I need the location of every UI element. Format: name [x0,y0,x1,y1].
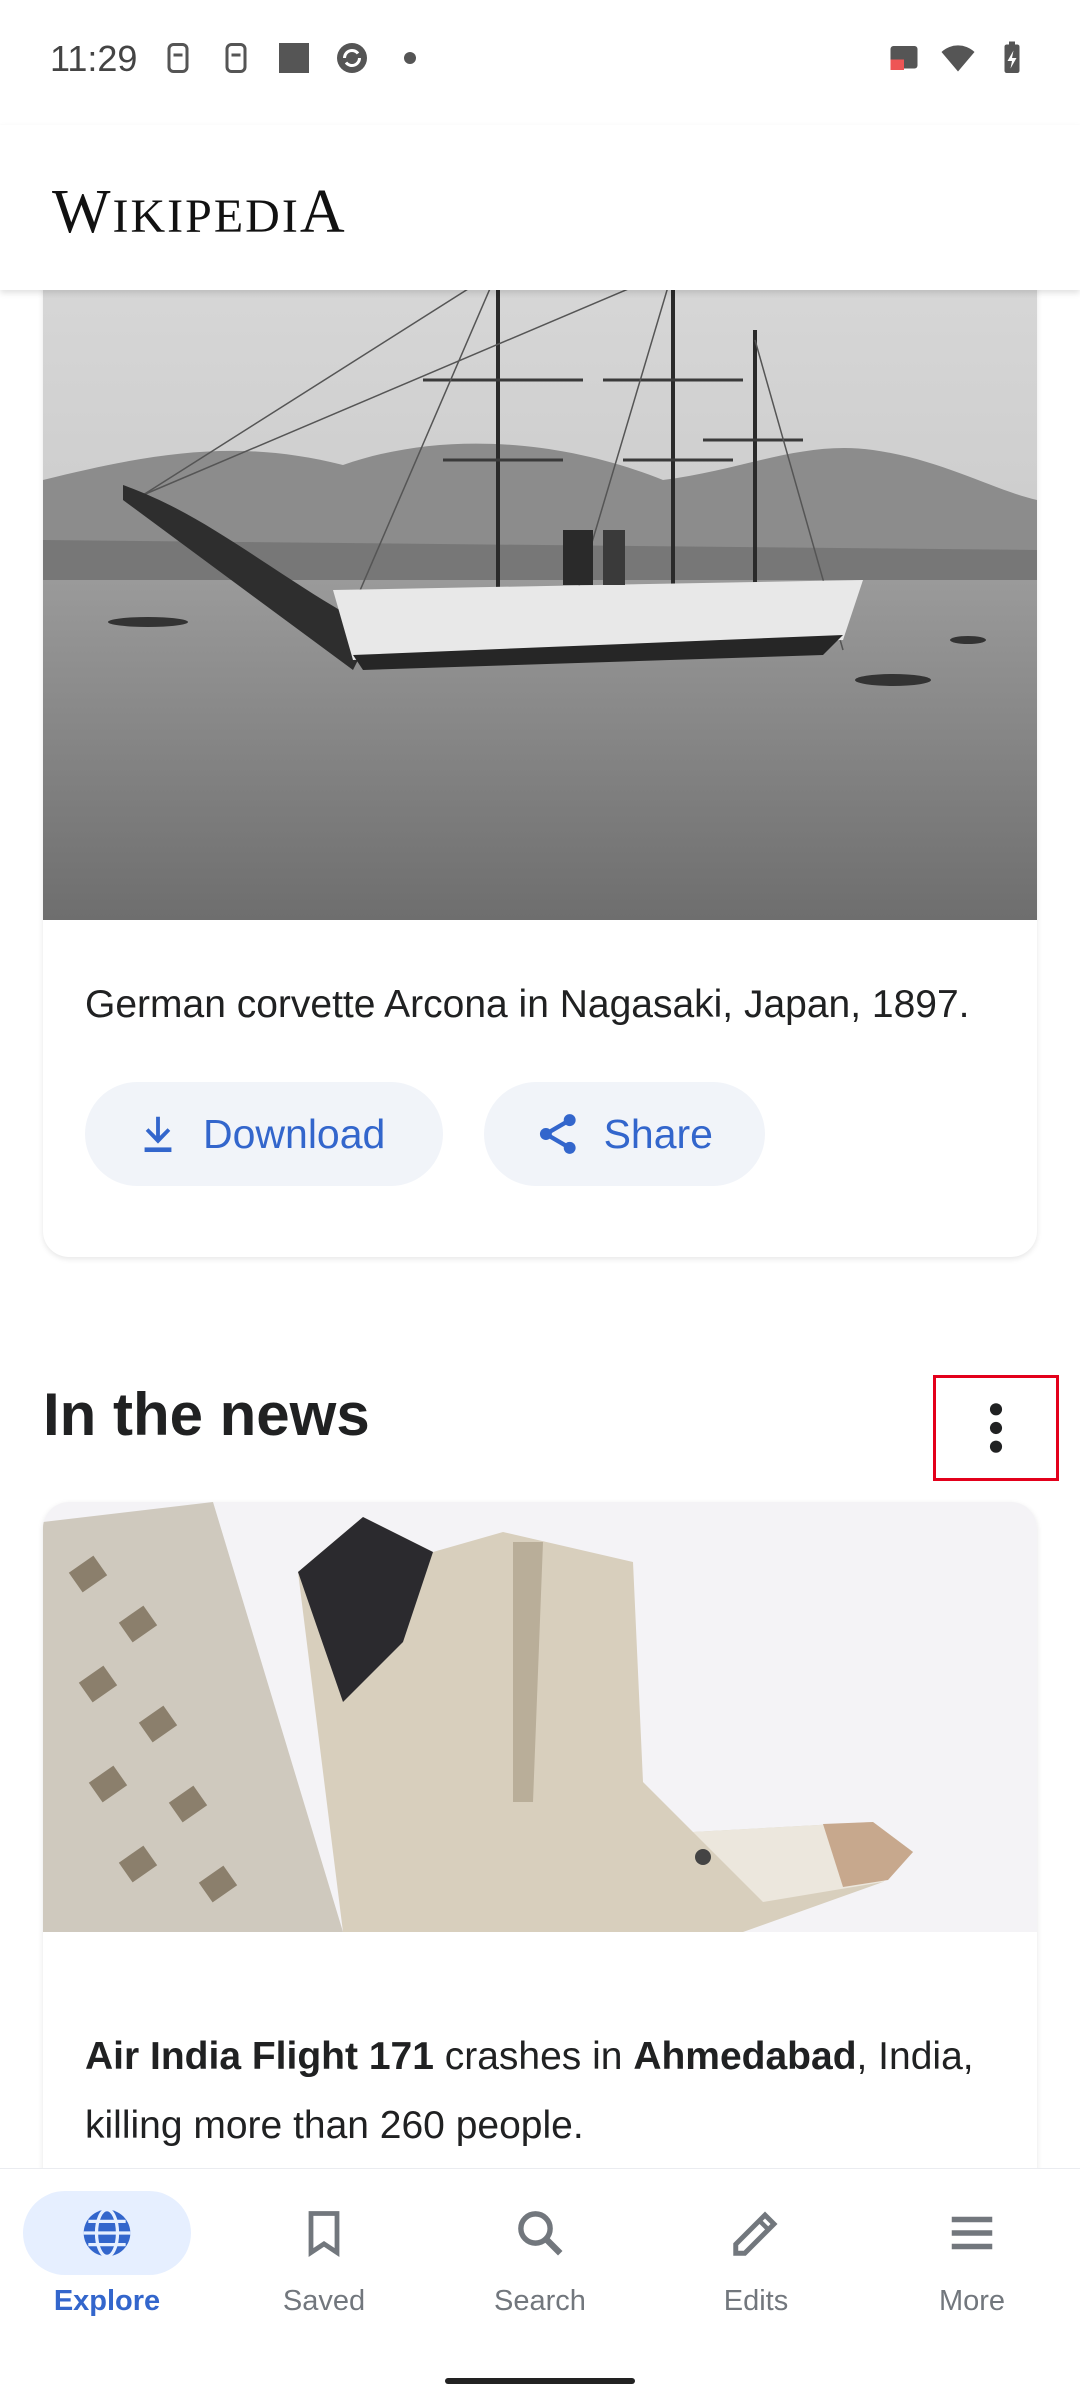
nav-explore-label: Explore [53,2285,161,2317]
menu-icon [951,2216,993,2250]
globe-icon [83,2208,131,2258]
sync-app-icon [337,43,367,73]
link-air-india-flight-171[interactable]: Air India Flight 171 [85,2035,434,2078]
news-photo[interactable] [43,1502,1037,1932]
system-icons [886,40,1030,76]
image-caption[interactable]: German corvette Arcona in Nagasaki, Japa… [85,970,985,1039]
app-header: WIKIPEDIA [0,125,1080,290]
status-bar: 11:29 [0,0,1080,125]
search-icon [518,2211,563,2256]
app-square-icon [279,43,309,73]
wifi-icon [941,45,975,72]
news-card[interactable]: Air India Flight 171 crashes in Ahmedaba… [43,1502,1037,2168]
bottom-navigation: Explore Saved Search Edits More [0,2168,1080,2401]
nav-saved-label: Saved [282,2285,366,2317]
download-icon [144,1116,172,1153]
explore-feed[interactable]: German corvette Arcona in Nagasaki, Japa… [0,290,1080,2168]
battery-charging-icon [1004,41,1020,73]
nav-more-label: More [938,2285,1006,2317]
more-vert-icon [989,1403,1003,1453]
nav-edits[interactable]: Edits [656,2191,856,2351]
nav-saved[interactable]: Saved [224,2191,424,2351]
notification-icons [160,40,428,76]
wikipedia-wordmark: WIKIPEDIA [52,178,347,246]
share-icon [539,1114,576,1154]
cast-icon [890,46,918,70]
ship-photo[interactable] [43,290,1037,920]
bookmark-icon [308,2211,340,2257]
sim-icon [225,43,247,73]
dot-icon [404,52,416,64]
share-button[interactable]: Share [484,1082,765,1186]
home-indicator[interactable] [445,2378,635,2384]
nav-search-label: Search [494,2285,586,2317]
download-label: Download [203,1110,386,1157]
status-time: 11:29 [50,38,138,79]
share-label: Share [603,1110,713,1157]
nav-more[interactable]: More [872,2191,1072,2351]
link-ahmedabad[interactable]: Ahmedabad [633,2035,856,2078]
nav-search[interactable]: Search [440,2191,640,2351]
download-button[interactable]: Download [85,1082,443,1186]
sim-icon [167,43,189,73]
picture-of-the-day-card[interactable]: German corvette Arcona in Nagasaki, Japa… [43,290,1037,1257]
nav-explore[interactable]: Explore [7,2191,207,2351]
section-title-in-the-news: In the news [43,1381,370,1448]
news-headline[interactable]: Air India Flight 171 crashes in Ahmedaba… [85,2022,1005,2160]
overflow-menu-button[interactable] [933,1375,1059,1481]
nav-edits-label: Edits [723,2285,789,2317]
pencil-icon [733,2211,778,2256]
